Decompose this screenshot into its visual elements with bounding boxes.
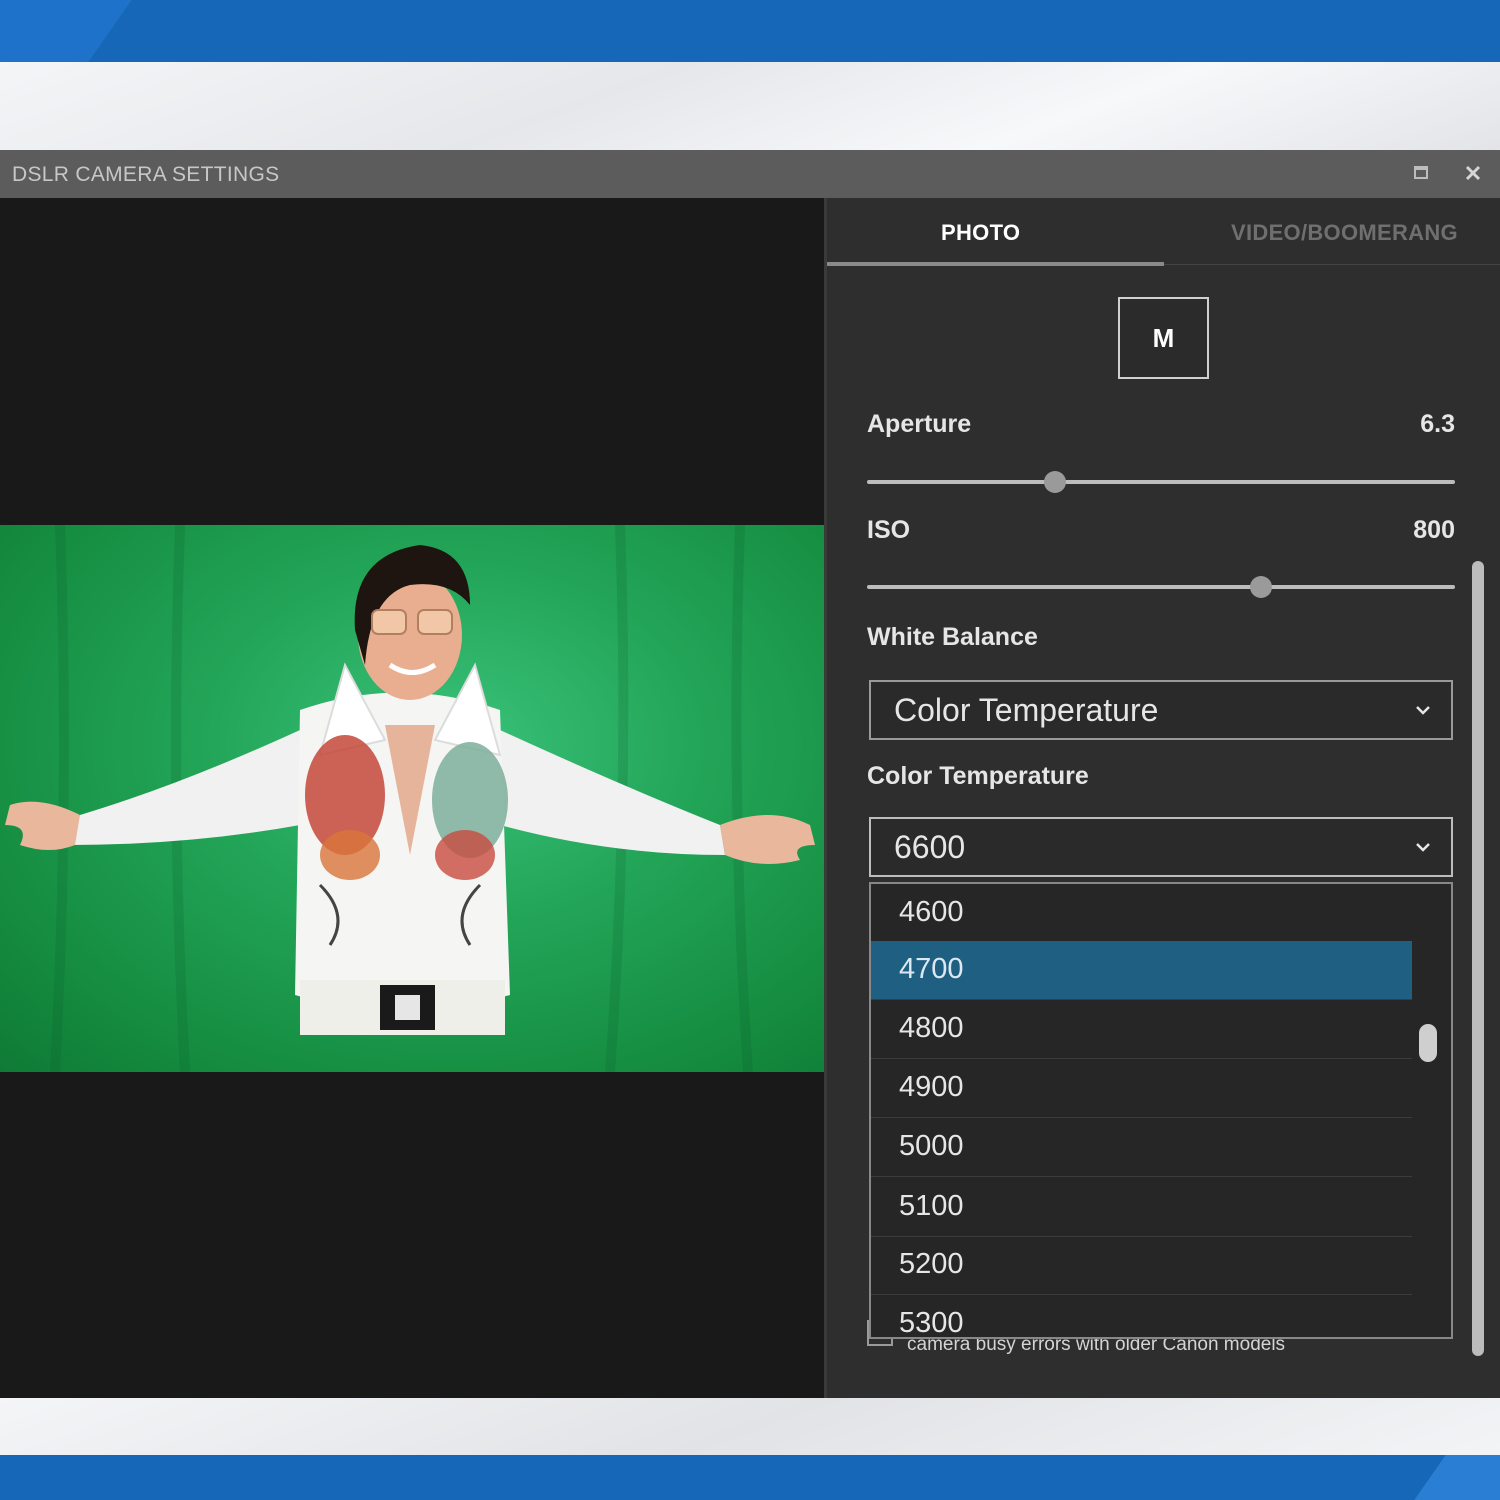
aperture-slider-thumb[interactable]	[1044, 471, 1067, 493]
manual-mode-button[interactable]: M	[1118, 297, 1209, 379]
iso-value: 800	[1413, 516, 1455, 544]
color-temperature-selected: 6600	[894, 829, 966, 865]
iso-label: ISO	[867, 516, 911, 544]
tab-photo[interactable]: PHOTO	[941, 220, 1020, 246]
top-background	[0, 62, 1500, 150]
top-decorative-band	[0, 0, 1500, 62]
color-temperature-dropdown: 4600 4700 4800 4900 5000 5100 5200 5300	[869, 882, 1453, 1339]
settings-panel: PHOTO VIDEO/BOOMERANG M Aperture 6.3 ISO…	[824, 198, 1500, 1398]
tab-video-boomerang[interactable]: VIDEO/BOOMERANG	[1231, 220, 1458, 246]
chevron-down-icon	[1416, 843, 1430, 852]
panel-scrollbar[interactable]	[1472, 561, 1484, 1356]
dropdown-option-4900[interactable]: 4900	[871, 1059, 1412, 1118]
person-photo	[5, 525, 815, 1072]
tab-divider	[1164, 264, 1500, 265]
camera-preview	[0, 198, 824, 1398]
iso-slider-thumb[interactable]	[1249, 576, 1272, 598]
restore-icon[interactable]	[1412, 162, 1430, 184]
white-balance-label: White Balance	[867, 623, 1038, 651]
active-tab-indicator	[827, 262, 1164, 266]
chevron-down-icon	[1416, 706, 1430, 715]
bottom-background	[0, 1398, 1500, 1455]
window-title: DSLR CAMERA SETTINGS	[12, 163, 280, 186]
white-balance-selected: Color Temperature	[894, 692, 1159, 728]
white-balance-select[interactable]: Color Temperature	[869, 680, 1453, 740]
aperture-value: 6.3	[1420, 410, 1455, 438]
dropdown-option-4600[interactable]: 4600	[871, 884, 1412, 943]
dropdown-option-5000[interactable]: 5000	[871, 1118, 1412, 1177]
dropdown-option-5300[interactable]: 5300	[871, 1295, 1412, 1337]
dropdown-option-4700[interactable]: 4700	[871, 941, 1412, 1000]
dropdown-option-4800[interactable]: 4800	[871, 1000, 1412, 1059]
close-icon[interactable]	[1462, 162, 1484, 184]
color-temperature-select[interactable]: 6600	[869, 817, 1453, 877]
bottom-decorative-band	[0, 1455, 1500, 1500]
aperture-slider[interactable]	[867, 471, 1455, 493]
camera-settings-window: DSLR CAMERA SETTINGS PHOTO VIDEO/BOOMERA…	[0, 150, 1500, 1398]
dropdown-scrollbar-thumb[interactable]	[1419, 1024, 1437, 1062]
title-bar: DSLR CAMERA SETTINGS	[0, 150, 1500, 198]
dropdown-option-5200[interactable]: 5200	[871, 1236, 1412, 1295]
color-temperature-label: Color Temperature	[867, 762, 1089, 790]
live-view-photo	[0, 525, 824, 1072]
dropdown-option-5100[interactable]: 5100	[871, 1178, 1412, 1237]
iso-slider[interactable]	[867, 576, 1455, 598]
aperture-label: Aperture	[867, 410, 972, 438]
